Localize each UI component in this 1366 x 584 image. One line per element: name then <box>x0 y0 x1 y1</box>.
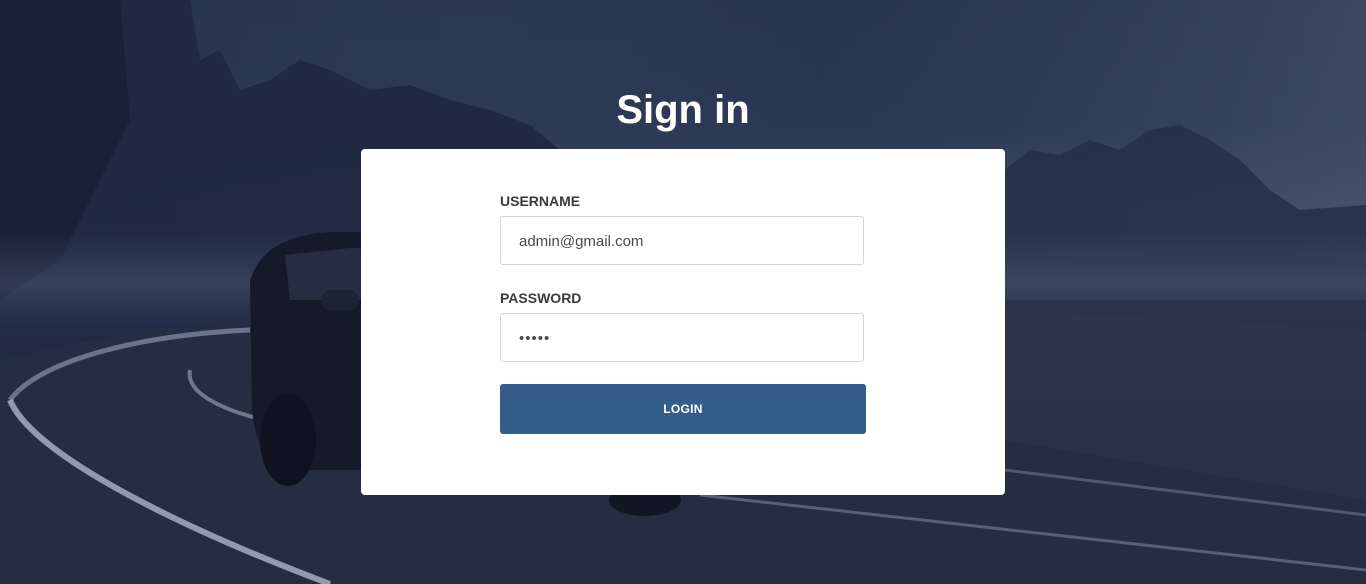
page-title: Sign in <box>616 88 750 132</box>
username-label: USERNAME <box>500 193 581 209</box>
login-card: USERNAME admin@gmail.com PASSWORD ••••• … <box>361 149 1005 495</box>
password-label: PASSWORD <box>500 290 582 306</box>
username-input[interactable]: admin@gmail.com <box>500 216 864 265</box>
password-input[interactable]: ••••• <box>500 313 864 362</box>
login-button[interactable]: LOGIN <box>500 384 866 434</box>
